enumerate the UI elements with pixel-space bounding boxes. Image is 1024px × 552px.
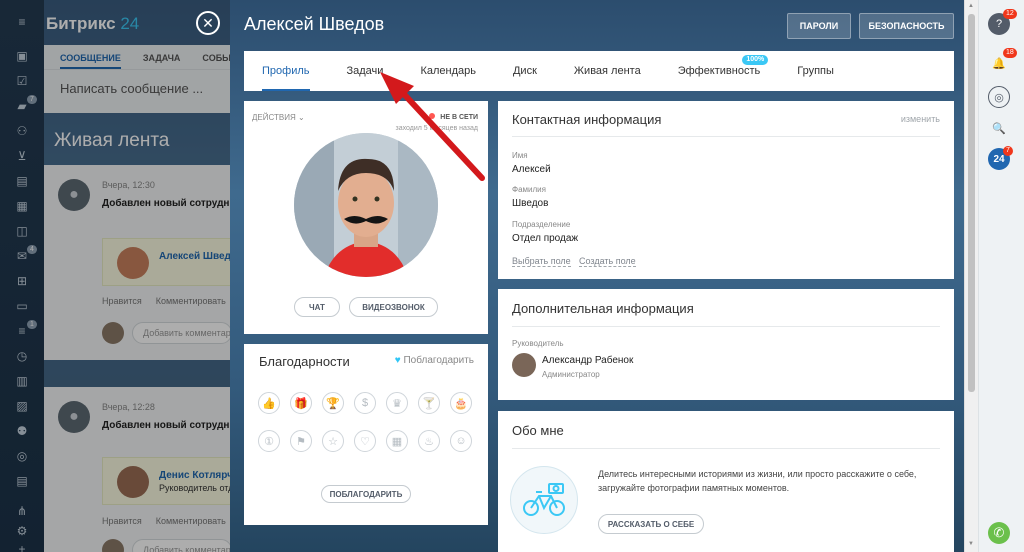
divider bbox=[512, 326, 940, 327]
search-icon[interactable]: 🔍 bbox=[988, 117, 1010, 139]
heart-icon: ♥ bbox=[394, 355, 401, 366]
thanks-badges: 👍 🎁 🏆 $ ♛ 🍸 🎂 ① ⚑ ☆ ♡ ▦ ♨ ☺ bbox=[258, 392, 482, 452]
beer-icon[interactable]: ▦ bbox=[386, 430, 408, 452]
right-sidebar: ? 12 🔔 18 ◎ 🔍 24 7 ✆ bbox=[978, 0, 1024, 552]
scrollbar-thumb[interactable] bbox=[968, 14, 975, 392]
tab-calendar[interactable]: Календарь bbox=[420, 51, 476, 91]
crown-icon[interactable]: ♛ bbox=[386, 392, 408, 414]
thanks-title: Благодарности bbox=[259, 354, 350, 369]
thank-button[interactable]: ПОБЛАГОДАРИТЬ bbox=[321, 485, 411, 503]
divider bbox=[512, 136, 940, 137]
tab-live-feed[interactable]: Живая лента bbox=[574, 51, 641, 91]
passwords-button[interactable]: ПАРОЛИ bbox=[787, 13, 851, 39]
profile-photo[interactable] bbox=[294, 133, 438, 277]
profile-card: ДЕЙСТВИЯ ⌄ НЕ В СЕТИ заходил 5 месяцев н… bbox=[244, 101, 488, 334]
tell-about-button[interactable]: РАССКАЗАТЬ О СЕБЕ bbox=[598, 514, 704, 534]
phone-icon[interactable]: ✆ bbox=[988, 522, 1010, 544]
cocktail-icon[interactable]: 🍸 bbox=[418, 392, 440, 414]
b24-badge: 7 bbox=[1003, 146, 1013, 156]
field-value-last-name: Шведов bbox=[512, 198, 549, 209]
smile-icon[interactable]: ☺ bbox=[450, 430, 472, 452]
thank-link-label: Поблагодарить bbox=[403, 355, 474, 366]
last-seen: заходил 5 месяцев назад bbox=[395, 125, 478, 132]
tab-profile[interactable]: Профиль bbox=[262, 51, 310, 91]
status-text: НЕ В СЕТИ bbox=[440, 114, 478, 121]
about-title: Обо мне bbox=[512, 423, 564, 438]
scroll-down-icon[interactable]: ▼ bbox=[968, 541, 974, 547]
thank-link[interactable]: ♥ Поблагодарить bbox=[395, 355, 474, 366]
tab-disk[interactable]: Диск bbox=[513, 51, 537, 91]
profile-tabs: Профиль Задачи Календарь Диск Живая лент… bbox=[244, 51, 954, 91]
contact-title: Контактная информация bbox=[512, 112, 662, 127]
about-me-panel: Обо мне Делитесь интересными историями и… bbox=[498, 411, 954, 552]
manager-avatar[interactable] bbox=[512, 353, 536, 377]
additional-info-panel: Дополнительная информация Руководитель А… bbox=[498, 289, 954, 400]
manager-role: Администратор bbox=[542, 370, 600, 379]
bicycle-camera-icon bbox=[510, 466, 578, 534]
tab-efficiency-label: Эффективность bbox=[677, 65, 761, 77]
flag-icon[interactable]: ⚑ bbox=[290, 430, 312, 452]
gift-icon[interactable]: 🎁 bbox=[290, 392, 312, 414]
number-one-icon[interactable]: ① bbox=[258, 430, 280, 452]
divider bbox=[512, 448, 940, 449]
offline-dot-icon bbox=[429, 113, 436, 119]
scroll-up-icon[interactable]: ▲ bbox=[968, 3, 974, 9]
contact-info-panel: Контактная информация изменить Имя Алекс… bbox=[498, 101, 954, 279]
close-slider-icon[interactable]: ✕ bbox=[196, 11, 220, 35]
field-value-first-name: Алексей bbox=[512, 164, 551, 175]
cake-icon[interactable]: 🎂 bbox=[450, 392, 472, 414]
edit-link[interactable]: изменить bbox=[901, 114, 940, 124]
status-badge: НЕ В СЕТИ bbox=[429, 113, 478, 121]
heart-outline-icon[interactable]: ♡ bbox=[354, 430, 376, 452]
tab-tasks[interactable]: Задачи bbox=[347, 51, 384, 91]
create-field-link[interactable]: Создать поле bbox=[579, 256, 636, 267]
chat-button[interactable]: ЧАТ bbox=[294, 297, 340, 317]
profile-name: Алексей Шведов bbox=[244, 14, 385, 34]
field-label: Подразделение bbox=[512, 220, 571, 229]
scrollbar[interactable]: ▲ ▼ bbox=[964, 0, 978, 552]
flower-icon[interactable]: ♨ bbox=[418, 430, 440, 452]
thanks-panel: Благодарности ♥ Поблагодарить 👍 🎁 🏆 $ ♛ … bbox=[244, 344, 488, 525]
efficiency-badge: 100% bbox=[742, 55, 769, 65]
additional-title: Дополнительная информация bbox=[512, 301, 694, 316]
choose-field-link[interactable]: Выбрать поле bbox=[512, 256, 571, 267]
help-badge: 12 bbox=[1003, 9, 1017, 19]
manager-name[interactable]: Александр Рабенок bbox=[542, 355, 633, 366]
tab-groups[interactable]: Группы bbox=[797, 51, 834, 91]
actions-dropdown[interactable]: ДЕЙСТВИЯ ⌄ bbox=[252, 113, 305, 122]
star-icon[interactable]: ☆ bbox=[322, 430, 344, 452]
money-bag-icon[interactable]: $ bbox=[354, 392, 376, 414]
profile-slider: Алексей Шведов ПАРОЛИ БЕЗОПАСНОСТЬ Профи… bbox=[230, 0, 964, 552]
field-label: Фамилия bbox=[512, 185, 546, 194]
thumbs-up-icon[interactable]: 👍 bbox=[258, 392, 280, 414]
cup-icon[interactable]: 🏆 bbox=[322, 392, 344, 414]
field-label: Имя bbox=[512, 151, 528, 160]
manager-label: Руководитель bbox=[512, 339, 564, 348]
notifications-badge: 18 bbox=[1003, 48, 1017, 58]
video-call-button[interactable]: ВИДЕОЗВОНОК bbox=[349, 297, 438, 317]
tab-efficiency[interactable]: Эффективность 100% bbox=[677, 51, 769, 91]
about-text: Делитесь интересными историями из жизни,… bbox=[598, 469, 917, 493]
field-value-department[interactable]: Отдел продаж bbox=[512, 233, 578, 244]
chat-bubble-icon[interactable]: ◎ bbox=[988, 86, 1010, 108]
security-button[interactable]: БЕЗОПАСНОСТЬ bbox=[859, 13, 954, 39]
